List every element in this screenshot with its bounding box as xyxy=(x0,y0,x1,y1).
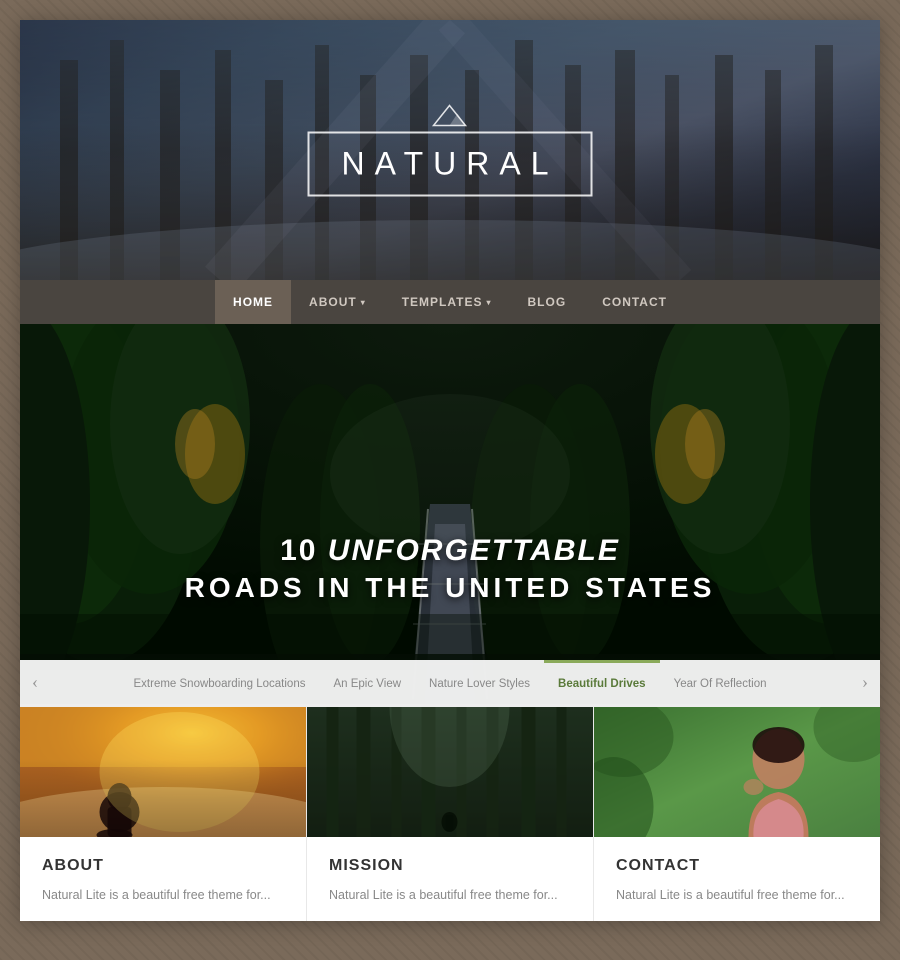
nav-item-contact[interactable]: CONTACT xyxy=(584,280,685,324)
slider-tab-3[interactable]: Nature Lover Styles xyxy=(415,660,544,704)
logo-text: NATURAL xyxy=(342,146,559,182)
card-title-contact: CONTACT xyxy=(616,857,858,875)
hero-slider: 10 UNFORGETTABLE ROADS IN THE UNITED STA… xyxy=(20,324,880,704)
hero-line1: 10 UNFORGETTABLE xyxy=(185,534,716,568)
cards-section: ABOUT Natural Lite is a beautiful free t… xyxy=(20,704,880,921)
card-body-contact: CONTACT Natural Lite is a beautiful free… xyxy=(594,837,880,921)
nav-label-contact: CONTACT xyxy=(602,295,667,309)
card-body-about: ABOUT Natural Lite is a beautiful free t… xyxy=(20,837,306,921)
dropdown-arrow-templates: ▾ xyxy=(487,298,492,307)
about-image-svg xyxy=(20,707,306,837)
card-body-mission: MISSION Natural Lite is a beautiful free… xyxy=(307,837,593,921)
nav-item-blog[interactable]: BLOG xyxy=(510,280,585,324)
contact-image-svg xyxy=(594,707,880,837)
card-image-contact xyxy=(594,707,880,837)
main-navigation: HOME ABOUT ▾ TEMPLATES ▾ BLOG CONTACT xyxy=(20,280,880,324)
nav-item-templates[interactable]: TEMPLATES ▾ xyxy=(384,280,510,324)
slider-tabs: Extreme Snowboarding Locations An Epic V… xyxy=(120,660,781,704)
hero-forest-svg xyxy=(20,324,880,704)
card-image-mission xyxy=(307,707,593,837)
dropdown-arrow-about: ▾ xyxy=(361,298,366,307)
slider-tab-5[interactable]: Year Of Reflection xyxy=(660,660,781,704)
card-text-about: Natural Lite is a beautiful free theme f… xyxy=(42,885,284,905)
nav-item-about[interactable]: ABOUT ▾ xyxy=(291,280,384,324)
hero-line2: ROADS IN THE UNITED STATES xyxy=(185,572,716,604)
logo-box: NATURAL xyxy=(308,132,593,197)
logo-container[interactable]: NATURAL xyxy=(308,104,593,197)
slider-navigation: ‹ Extreme Snowboarding Locations An Epic… xyxy=(20,660,880,704)
nav-item-home[interactable]: HOME xyxy=(215,280,291,324)
card-text-mission: Natural Lite is a beautiful free theme f… xyxy=(329,885,571,905)
mission-image-svg xyxy=(307,707,593,837)
main-wrapper: NATURAL HOME ABOUT ▾ TEMPLATES ▾ BLOG CO… xyxy=(20,20,880,921)
card-contact: CONTACT Natural Lite is a beautiful free… xyxy=(594,707,880,921)
site-header: NATURAL xyxy=(20,20,880,280)
card-text-contact: Natural Lite is a beautiful free theme f… xyxy=(616,885,858,905)
nav-label-home: HOME xyxy=(233,295,273,309)
nav-label-templates: TEMPLATES xyxy=(402,295,483,309)
slider-tab-1[interactable]: Extreme Snowboarding Locations xyxy=(120,660,320,704)
nav-label-about: ABOUT xyxy=(309,295,357,309)
slider-next-button[interactable]: › xyxy=(850,672,880,693)
nav-label-blog: BLOG xyxy=(528,295,567,309)
slider-tab-4[interactable]: Beautiful Drives xyxy=(544,660,660,704)
card-image-about xyxy=(20,707,306,837)
card-title-mission: MISSION xyxy=(329,857,571,875)
card-mission: MISSION Natural Lite is a beautiful free… xyxy=(307,707,594,921)
hero-text-container: 10 UNFORGETTABLE ROADS IN THE UNITED STA… xyxy=(185,534,716,604)
slider-prev-button[interactable]: ‹ xyxy=(20,672,50,693)
mountain-icon xyxy=(430,104,470,128)
card-about: ABOUT Natural Lite is a beautiful free t… xyxy=(20,707,307,921)
slider-tab-2[interactable]: An Epic View xyxy=(319,660,415,704)
card-title-about: ABOUT xyxy=(42,857,284,875)
